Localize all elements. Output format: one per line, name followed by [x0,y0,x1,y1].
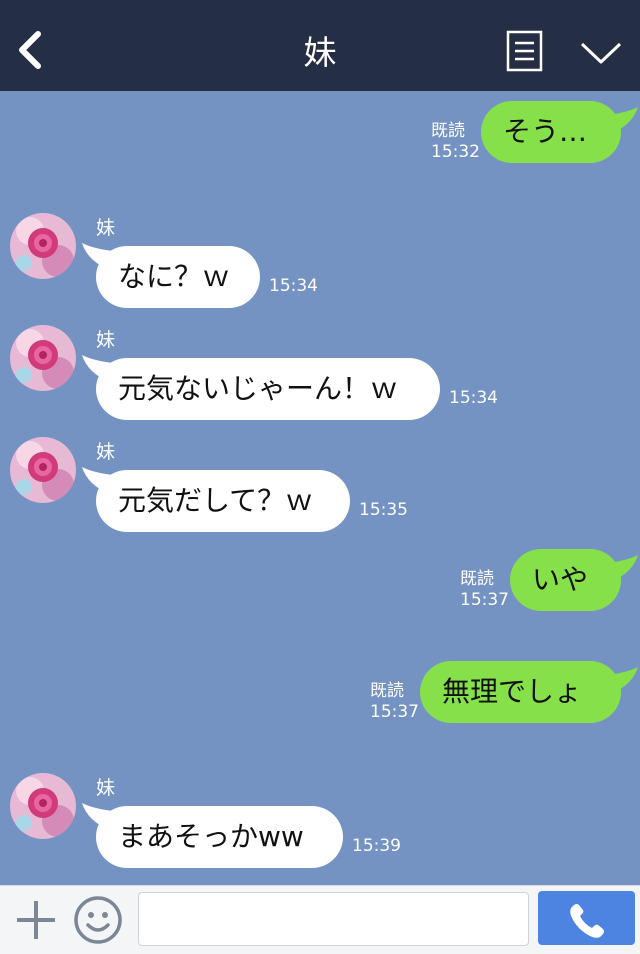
avatar[interactable] [10,213,76,279]
message-time: 15:35 [359,500,408,520]
rose-avatar-icon [10,773,76,839]
avatar[interactable] [10,773,76,839]
avatar[interactable] [10,437,76,503]
message-time: 15:37 [370,702,419,722]
chevron-down-icon [580,42,622,64]
message-input[interactable] [138,892,529,946]
message-bubble[interactable]: 無理でしょ [420,661,621,723]
message-time: 15:34 [269,276,318,296]
message-meta: 既読 15:37 [370,681,419,723]
read-receipt: 既読 [460,569,494,589]
bubble-tail [606,555,638,581]
message-bubble[interactable]: いや [510,549,621,611]
message-bubble[interactable]: まあそっかww [96,806,343,868]
document-list-icon [506,30,543,72]
message-time: 15:34 [449,388,498,408]
rose-avatar-icon [10,325,76,391]
bubble-tail [606,667,638,693]
chat-title: 妹 [303,33,337,72]
message-composer [0,885,640,954]
plus-icon [17,901,55,939]
sender-name: 妹 [96,329,116,351]
sender-name: 妹 [96,217,116,239]
read-receipt: 既読 [370,681,404,701]
chat-header: 妹 [0,0,640,91]
message-bubble[interactable]: 元気ないじゃーん！ｗ [96,358,440,420]
message-meta: 既読 15:37 [460,569,509,611]
message-meta: 既読 15:32 [431,121,480,163]
smiley-icon [74,896,122,944]
message-bubble[interactable]: そう… [481,101,621,163]
bubble-tail [606,107,638,133]
rose-avatar-icon [10,437,76,503]
message-time: 15:37 [460,590,509,610]
read-receipt: 既読 [431,121,465,141]
collapse-button[interactable] [578,36,624,68]
message-bubble[interactable]: 元気だして？ｗ [96,470,350,532]
message-time: 15:39 [352,836,401,856]
add-button[interactable] [14,898,58,942]
emoji-button[interactable] [73,895,123,945]
call-button[interactable] [538,891,635,945]
message-bubble[interactable]: なに？ｗ [96,246,260,308]
menu-button[interactable] [506,30,543,72]
sender-name: 妹 [96,441,116,463]
sender-name: 妹 [96,777,116,799]
chat-area[interactable]: 既読 15:32 そう… 妹 なに？ｗ 15:34 妹 元気ないじゃーん！ｗ 1… [0,91,640,885]
phone-icon [570,904,604,938]
rose-avatar-icon [10,213,76,279]
message-time: 15:32 [431,142,480,162]
avatar[interactable] [10,325,76,391]
